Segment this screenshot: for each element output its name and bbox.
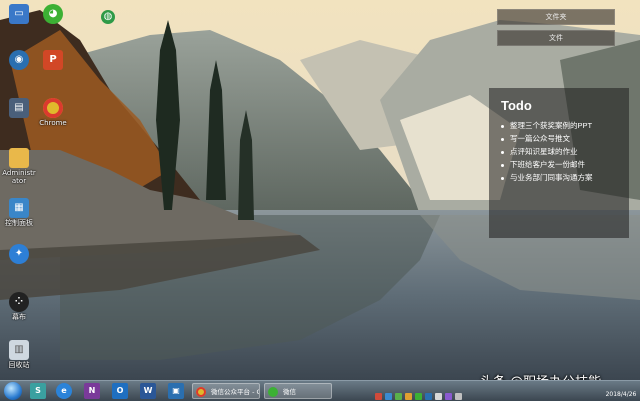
system-tray bbox=[375, 385, 555, 400]
task-label: 微信公众平台 - G... bbox=[211, 388, 259, 396]
bullet-icon bbox=[501, 176, 504, 180]
bullet-icon bbox=[501, 137, 504, 141]
taskbar-clock[interactable]: 2018/4/26 bbox=[604, 382, 638, 399]
todo-item[interactable]: 整理三个获奖案例的PPT bbox=[501, 119, 629, 132]
globe-icon: ◍ bbox=[101, 10, 115, 24]
tray-icon[interactable] bbox=[445, 393, 452, 400]
desktop-icon-powerpoint[interactable]: P bbox=[36, 50, 70, 71]
task-label: 微信 bbox=[283, 388, 296, 396]
todo-item-text: 与业务部门同事沟通方案 bbox=[510, 173, 593, 182]
taskbar-task-chrome[interactable]: 微信公众平台 - G... bbox=[192, 383, 260, 399]
tray-icon[interactable] bbox=[435, 393, 442, 400]
computer-icon: ▭ bbox=[9, 4, 29, 24]
bullet-icon bbox=[501, 163, 504, 167]
todo-item-text: 写一篇公众号推文 bbox=[510, 134, 570, 143]
mubu-icon: ⁘ bbox=[9, 292, 29, 312]
word-icon[interactable]: W bbox=[140, 383, 156, 399]
todo-title: Todo bbox=[501, 98, 532, 113]
todo-item-text: 整理三个获奖案例的PPT bbox=[510, 121, 593, 130]
onenote-icon[interactable]: N bbox=[84, 383, 100, 399]
outlook-icon[interactable]: O bbox=[112, 383, 128, 399]
todo-item[interactable]: 与业务部门同事沟通方案 bbox=[501, 171, 629, 184]
desktop-icon-label: 回收站 bbox=[8, 361, 30, 369]
desktop-icon-chrome[interactable]: Chrome bbox=[36, 98, 70, 127]
todo-widget: Todo 整理三个获奖案例的PPT 写一篇公众号推文 点评知识星球的作业 下班给… bbox=[489, 88, 629, 238]
control-panel-icon: ▦ bbox=[9, 198, 29, 218]
folder-shortcut-panel: 文件夹 文件 bbox=[497, 9, 615, 51]
bullet-icon bbox=[501, 150, 504, 154]
todo-list: 整理三个获奖案例的PPT 写一篇公众号推文 点评知识星球的作业 下班给客户发一份… bbox=[489, 119, 629, 184]
desktop-icon-mubu[interactable]: ⁘ 幕布 bbox=[2, 292, 36, 321]
todo-item[interactable]: 写一篇公众号推文 bbox=[501, 132, 629, 145]
desktop-icon-recycle-bin[interactable]: ▥ 回收站 bbox=[2, 340, 36, 369]
folder-icon bbox=[9, 148, 29, 168]
desktop-icon-label: Administrator bbox=[2, 169, 36, 185]
mixed-app-icon[interactable]: S bbox=[30, 383, 46, 399]
app-icon[interactable]: ▣ bbox=[168, 383, 184, 399]
folder-button[interactable]: 文件夹 bbox=[497, 9, 615, 25]
control-icon: ▤ bbox=[9, 98, 29, 118]
desktop-icon-network[interactable]: ◉ bbox=[2, 50, 36, 71]
todo-item-text: 点评知识星球的作业 bbox=[510, 147, 578, 156]
start-button[interactable] bbox=[4, 382, 22, 400]
recycle-bin-icon: ▥ bbox=[9, 340, 29, 360]
wechat-icon bbox=[268, 387, 278, 397]
desktop-icon-app[interactable]: ✦ bbox=[2, 244, 36, 265]
tray-icon[interactable] bbox=[385, 393, 392, 400]
todo-item-text: 下班给客户发一份邮件 bbox=[510, 160, 585, 169]
taskbar: S e N O W ▣ 微信公众平台 - G... 微信 2018/4/26 bbox=[0, 380, 640, 401]
todo-item[interactable]: 点评知识星球的作业 bbox=[501, 145, 629, 158]
network-icon: ◉ bbox=[9, 50, 29, 70]
tray-icon[interactable] bbox=[455, 393, 462, 400]
desktop-icon-control[interactable]: ▤ bbox=[2, 98, 36, 119]
tray-icon[interactable] bbox=[415, 393, 422, 400]
ie-icon[interactable]: e bbox=[56, 383, 72, 399]
chrome-icon bbox=[196, 387, 206, 397]
desktop-icon-wechat[interactable]: ◕ bbox=[36, 4, 70, 25]
desktop-icon-control-panel[interactable]: ▦ 控制面板 bbox=[2, 198, 36, 227]
tray-icon[interactable] bbox=[425, 393, 432, 400]
desktop-icon-globe[interactable]: ◍ bbox=[91, 10, 125, 25]
wechat-icon: ◕ bbox=[43, 4, 63, 24]
desktop-icon-label: 幕布 bbox=[12, 313, 26, 321]
desktop-icon-administrator[interactable]: Administrator bbox=[2, 148, 36, 185]
tray-icon[interactable] bbox=[395, 393, 402, 400]
taskbar-task-wechat[interactable]: 微信 bbox=[264, 383, 332, 399]
desktop-icon-label: 控制面板 bbox=[5, 219, 33, 227]
app-icon: ✦ bbox=[9, 244, 29, 264]
clock-date: 2018/4/26 bbox=[605, 391, 637, 398]
todo-item[interactable]: 下班给客户发一份邮件 bbox=[501, 158, 629, 171]
tray-icon[interactable] bbox=[405, 393, 412, 400]
desktop-icon-computer[interactable]: ▭ bbox=[2, 4, 36, 25]
desktop-icon-label: Chrome bbox=[39, 119, 67, 127]
file-button[interactable]: 文件 bbox=[497, 30, 615, 46]
chrome-icon bbox=[43, 98, 63, 118]
bullet-icon bbox=[501, 124, 504, 128]
powerpoint-icon: P bbox=[43, 50, 63, 70]
tray-icon[interactable] bbox=[375, 393, 382, 400]
